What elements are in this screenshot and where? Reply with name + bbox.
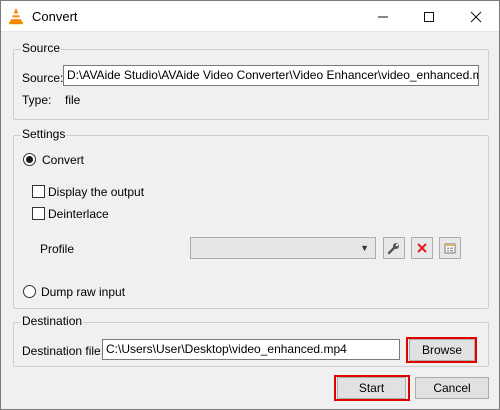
close-icon xyxy=(470,11,482,22)
convert-radio[interactable] xyxy=(23,153,36,166)
destination-file-label: Destination file: xyxy=(22,344,105,358)
title-bar[interactable]: Convert xyxy=(1,1,499,32)
destination-file-field[interactable]: C:\Users\User\Desktop\video_enhanced.mp4 xyxy=(102,339,400,360)
type-value: file xyxy=(65,93,81,107)
minimize-icon xyxy=(378,16,388,17)
convert-dialog: Convert Source Source: D:\AVAide Studio\… xyxy=(0,0,500,410)
start-highlight xyxy=(334,375,410,401)
settings-group-label: Settings xyxy=(21,127,67,141)
source-path-field[interactable]: D:\AVAide Studio\AVAide Video Converter\… xyxy=(63,65,479,86)
dump-raw-label[interactable]: Dump raw input xyxy=(41,285,125,299)
new-profile-button[interactable] xyxy=(439,237,461,259)
source-label: Source: xyxy=(22,71,64,85)
maximize-button[interactable] xyxy=(406,1,452,32)
settings-group: Settings xyxy=(13,127,489,309)
source-group-label: Source xyxy=(21,41,62,55)
close-button[interactable] xyxy=(453,1,499,32)
dropdown-arrow-icon: ▼ xyxy=(360,243,369,253)
deinterlace-label[interactable]: Deinterlace xyxy=(48,207,109,221)
profile-dropdown[interactable]: ▼ xyxy=(190,237,376,259)
vlc-cone-icon xyxy=(9,8,23,25)
minimize-button[interactable] xyxy=(360,1,406,32)
browse-highlight xyxy=(406,337,477,363)
display-output-label[interactable]: Display the output xyxy=(48,185,144,199)
dump-raw-radio[interactable] xyxy=(23,285,36,298)
type-label: Type: xyxy=(22,93,52,107)
new-profile-icon xyxy=(444,243,456,254)
wrench-icon xyxy=(387,243,399,255)
destination-group-label: Destination xyxy=(21,314,84,328)
deinterlace-checkbox[interactable] xyxy=(32,207,45,220)
delete-profile-button[interactable] xyxy=(411,237,433,259)
cancel-button[interactable]: Cancel xyxy=(415,377,489,399)
edit-profile-button[interactable] xyxy=(383,237,405,259)
delete-icon xyxy=(417,243,427,253)
convert-radio-label[interactable]: Convert xyxy=(42,153,84,167)
profile-label: Profile xyxy=(40,242,75,256)
display-output-checkbox[interactable] xyxy=(32,185,45,198)
maximize-icon xyxy=(424,11,434,22)
window-title: Convert xyxy=(32,9,78,24)
